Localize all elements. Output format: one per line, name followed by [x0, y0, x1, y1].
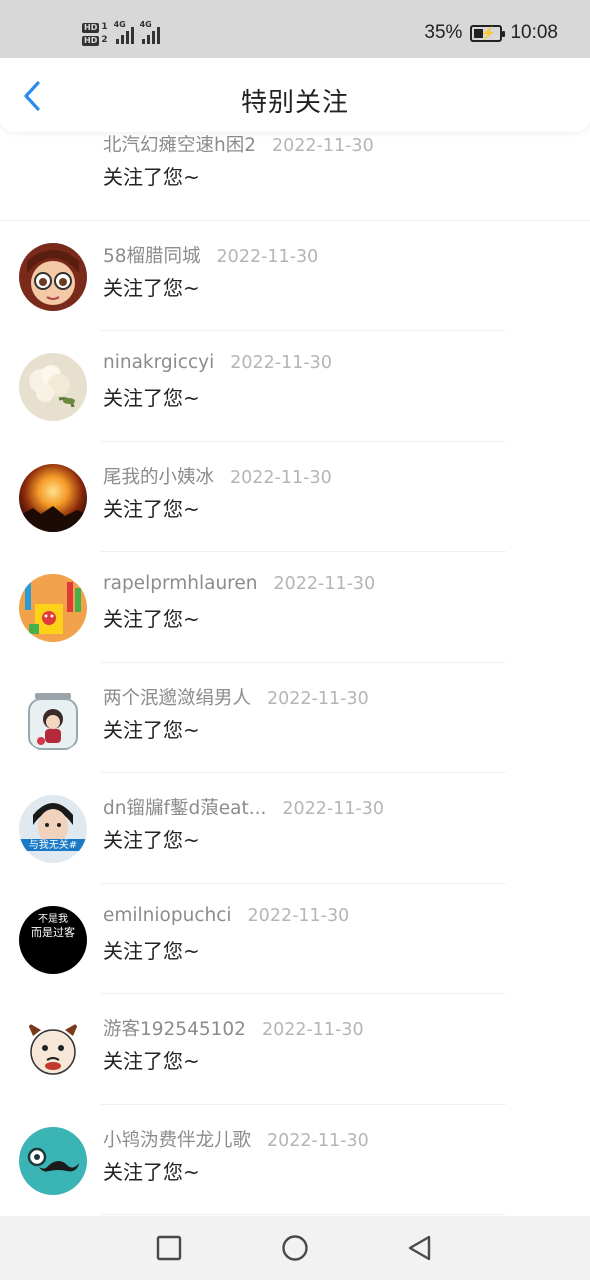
avatar[interactable]: 不是我 而是过客: [19, 905, 87, 974]
follow-list: 北汽幻瘫空速h困2 2022-11-30 关注了您~ 58榴腊同城 2022-11-30…: [0, 110, 590, 1215]
status-right: 35% ⚡ 10:08: [424, 22, 558, 44]
follow-date: 2022-11-30: [230, 467, 332, 488]
follow-message: 关注了您~: [103, 717, 200, 742]
list-item[interactable]: 不是我 而是过客 emilniopuchci 2022-11-30 关注了您~: [0, 884, 590, 994]
follow-date: 2022-11-30: [216, 246, 319, 267]
list-item[interactable]: 与我无关# dn镏牖f鏨d蒗eat... 2022-11-30 关注了您~: [0, 773, 590, 884]
avatar[interactable]: [19, 1016, 87, 1084]
follow-message: 关注了您~: [103, 386, 200, 410]
item-meta: 游客192545102 2022-11-30: [103, 1015, 364, 1041]
username[interactable]: dn镏牖f鏨d蒗eat...: [103, 794, 266, 820]
username[interactable]: 尾我的小姨冰: [103, 463, 214, 489]
avatar[interactable]: [19, 574, 87, 642]
item-meta: rapelprmhlauren 2022-11-30: [103, 573, 375, 594]
list-item[interactable]: 小鸨沩费伴龙儿歌 2022-11-30 关注了您~: [0, 1105, 590, 1215]
item-meta: 小鸨沩费伴龙儿歌 2022-11-30: [103, 1126, 369, 1152]
follow-date: 2022-11-30: [247, 905, 350, 926]
signal-icon-2: 4G: [140, 20, 160, 44]
avatar[interactable]: [19, 463, 87, 532]
hd-indicators: HD 1 HD 2: [82, 22, 108, 46]
list-item[interactable]: 尾我的小姨冰 2022-11-30 关注了您~: [0, 442, 590, 552]
list-item[interactable]: rapelprmhlauren 2022-11-30 关注了您~: [0, 552, 590, 663]
item-meta: emilniopuchci 2022-11-30: [103, 905, 349, 926]
item-meta: 北汽幻瘫空速h困2 2022-11-30: [103, 131, 374, 157]
page-title: 特别关注: [240, 88, 349, 118]
follow-message: 关注了您~: [103, 496, 200, 521]
circle-icon: [282, 1235, 308, 1261]
status-left: HD 1 HD 2 4G 4G: [82, 16, 160, 52]
list-item[interactable]: 58榴腊同城 2022-11-30 关注了您~: [0, 221, 590, 331]
item-meta: 尾我的小姨冰 2022-11-30: [103, 463, 332, 489]
square-icon: [156, 1235, 182, 1261]
header: 特别关注: [0, 58, 590, 132]
system-back-button[interactable]: [406, 1234, 434, 1262]
item-meta: ninakrgiccyi 2022-11-30: [103, 352, 332, 373]
triangle-back-icon: [408, 1235, 431, 1261]
username[interactable]: 两个泯邈潋绢男人: [103, 684, 251, 710]
follow-message: 关注了您~: [103, 1049, 200, 1073]
clock: 10:08: [510, 22, 558, 43]
avatar[interactable]: [19, 242, 87, 311]
battery-percent: 35%: [424, 22, 463, 43]
username[interactable]: 北汽幻瘫空速h困2: [103, 131, 256, 157]
username[interactable]: rapelprmhlauren: [103, 573, 258, 594]
svg-text:而是过客: 而是过客: [31, 925, 75, 939]
avatar[interactable]: [19, 1126, 87, 1195]
follow-date: 2022-11-30: [273, 574, 376, 594]
svg-text:与我无关#: 与我无关#: [29, 838, 77, 851]
follow-message: 关注了您~: [103, 938, 200, 963]
divider: [100, 1214, 506, 1215]
item-meta: dn镏牖f鏨d蒗eat... 2022-11-30: [103, 794, 384, 820]
username[interactable]: emilniopuchci: [103, 905, 232, 926]
follow-date: 2022-11-30: [282, 799, 385, 819]
username[interactable]: ninakrgiccyi: [103, 352, 214, 373]
list-item[interactable]: 两个泯邈潋绢男人 2022-11-30 关注了您~: [0, 663, 590, 773]
app-screen: HD 1 HD 2 4G 4G 35% ⚡ 10:08 特别关注 北汽幻瘫空速h…: [0, 0, 590, 1280]
item-meta: 58榴腊同城 2022-11-30: [103, 242, 318, 268]
signal-icon: 4G: [114, 20, 134, 44]
avatar[interactable]: 与我无关#: [19, 795, 87, 863]
svg-text:不是我: 不是我: [38, 913, 68, 925]
follow-date: 2022-11-30: [230, 353, 332, 373]
follow-date: 2022-11-30: [272, 136, 374, 156]
username[interactable]: 游客192545102: [103, 1015, 246, 1041]
list-item[interactable]: ninakrgiccyi 2022-11-30 关注了您~: [0, 331, 590, 442]
follow-message: 关注了您~: [103, 828, 200, 852]
network-label: 4G: [113, 20, 126, 29]
follow-date: 2022-11-30: [261, 1020, 364, 1040]
recent-apps-button[interactable]: [155, 1234, 183, 1262]
follow-date: 2022-11-30: [267, 688, 369, 709]
home-button[interactable]: [281, 1234, 309, 1262]
network-label-2: 4G: [139, 20, 152, 29]
system-nav-bar: [0, 1216, 590, 1280]
follow-date: 2022-11-30: [267, 1130, 369, 1151]
username[interactable]: 58榴腊同城: [103, 242, 201, 268]
follow-message: 关注了您~: [103, 607, 200, 631]
battery-icon: ⚡: [470, 24, 506, 42]
follow-message: 关注了您~: [103, 165, 200, 189]
avatar[interactable]: [19, 684, 87, 753]
follow-message: 关注了您~: [103, 275, 200, 300]
follow-message: 关注了您~: [103, 1159, 200, 1184]
username[interactable]: 小鸨沩费伴龙儿歌: [103, 1126, 251, 1152]
list-item[interactable]: 游客192545102 2022-11-30 关注了您~: [0, 994, 590, 1105]
item-meta: 两个泯邈潋绢男人 2022-11-30: [103, 684, 369, 710]
avatar[interactable]: [19, 353, 87, 421]
